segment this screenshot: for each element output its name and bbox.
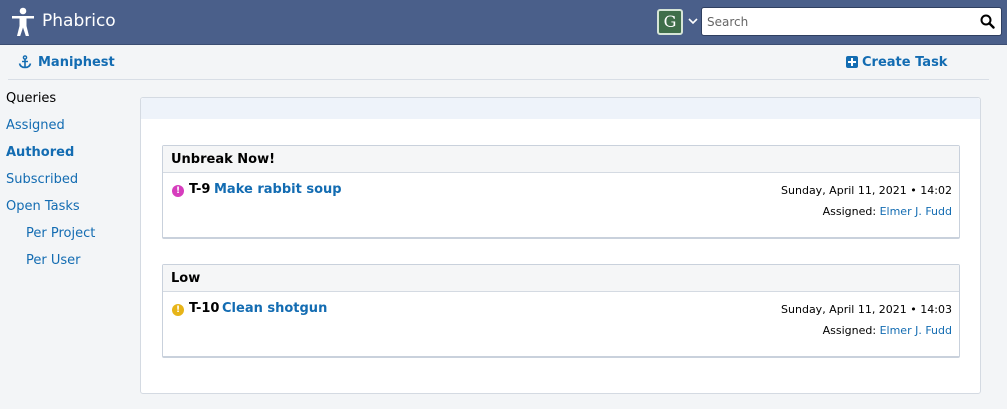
search-input[interactable] [707, 10, 972, 33]
nav-item-authored[interactable]: Authored [6, 145, 74, 160]
assigned-label: Assigned: [822, 324, 877, 337]
breadcrumb[interactable]: Maniphest [18, 52, 115, 72]
task-assigned: Assigned: Elmer J. Fudd [823, 324, 952, 337]
avatar[interactable]: G [657, 9, 683, 35]
header-divider [8, 79, 989, 80]
create-task-button[interactable]: Create Task [846, 52, 947, 72]
group-header: Low [163, 265, 959, 292]
nav-item-per-user[interactable]: Per User [26, 253, 80, 268]
assigned-label: Assigned: [822, 205, 877, 218]
person-icon[interactable] [10, 7, 36, 37]
task-row: ! T-9 Make rabbit soup Sunday, April 11,… [163, 173, 959, 237]
task-date: Sunday, April 11, 2021 • 14:02 [781, 184, 952, 197]
app-title[interactable]: Phabrico [42, 9, 116, 33]
anchor-icon [18, 55, 32, 69]
nav-item-subscribed[interactable]: Subscribed [6, 172, 78, 187]
task-assigned: Assigned: Elmer J. Fudd [823, 205, 952, 218]
assignee-link[interactable]: Elmer J. Fudd [880, 324, 952, 337]
task-group-low: Low ! T-10 Clean shotgun Sunday, April 1… [162, 264, 960, 358]
search-icon[interactable] [980, 14, 995, 29]
nav-item-per-project[interactable]: Per Project [26, 226, 95, 241]
nav-item-assigned[interactable]: Assigned [6, 118, 65, 133]
assignee-link[interactable]: Elmer J. Fudd [880, 205, 952, 218]
plus-square-icon [846, 56, 858, 68]
task-id: T-10 [189, 301, 220, 316]
nav-heading-queries: Queries [6, 91, 57, 106]
create-task-label: Create Task [862, 54, 948, 70]
task-title-link[interactable]: Make rabbit soup [214, 182, 342, 197]
task-group-unbreak-now: Unbreak Now! ! T-9 Make rabbit soup Sund… [162, 145, 960, 239]
exclamation-circle-icon: ! [172, 304, 184, 316]
top-bar: Phabrico G [0, 0, 1007, 45]
exclamation-circle-icon: ! [172, 185, 184, 197]
breadcrumb-label: Maniphest [38, 54, 115, 70]
group-header: Unbreak Now! [163, 146, 959, 173]
task-row: ! T-10 Clean shotgun Sunday, April 11, 2… [163, 292, 959, 356]
task-id: T-9 [189, 182, 211, 197]
panel-header-strip [141, 98, 980, 119]
chevron-down-icon[interactable] [688, 17, 698, 25]
task-list-panel: Unbreak Now! ! T-9 Make rabbit soup Sund… [140, 97, 981, 394]
search-box[interactable] [701, 7, 1002, 36]
task-title-link[interactable]: Clean shotgun [222, 301, 327, 316]
task-date: Sunday, April 11, 2021 • 14:03 [781, 303, 952, 316]
nav-item-open-tasks[interactable]: Open Tasks [6, 199, 80, 214]
